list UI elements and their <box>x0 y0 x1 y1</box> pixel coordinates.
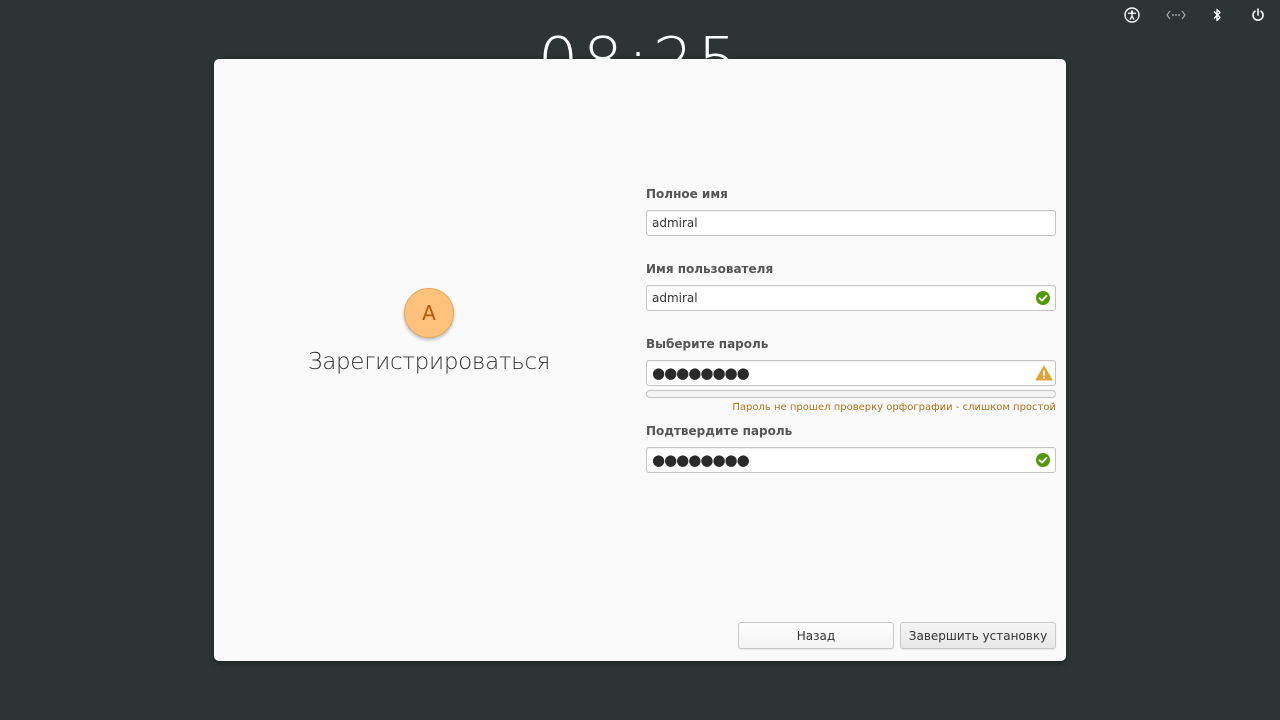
power-icon[interactable] <box>1250 7 1266 23</box>
confirm-password-label: Подтвердите пароль <box>646 424 793 438</box>
clock-time: 08:25 <box>538 30 742 59</box>
avatar-letter: A <box>422 301 436 325</box>
username-value: admiral <box>652 291 698 305</box>
back-button[interactable]: Назад <box>738 622 894 649</box>
password-strength-bar <box>646 390 1056 398</box>
confirm-password-field[interactable]: ●●●●●●●● <box>646 447 1056 473</box>
page-title: Зарегистрироваться <box>307 349 551 375</box>
warning-icon <box>1035 365 1053 381</box>
full-name-field[interactable]: admiral <box>646 210 1056 236</box>
password-hint: Пароль не прошел проверку орфографии - с… <box>732 402 1056 413</box>
finish-install-button[interactable]: Завершить установку <box>900 622 1056 649</box>
confirm-password-value: ●●●●●●●● <box>652 451 750 469</box>
clock: 08:25 <box>0 28 1280 59</box>
full-name-label: Полное имя <box>646 187 728 201</box>
password-value: ●●●●●●●● <box>652 364 750 382</box>
check-icon <box>1035 290 1051 306</box>
full-name-value: admiral <box>652 216 698 230</box>
accessibility-icon[interactable] <box>1124 7 1140 23</box>
password-label: Выберите пароль <box>646 337 769 351</box>
avatar[interactable]: A <box>404 288 454 338</box>
bluetooth-icon[interactable] <box>1209 7 1225 23</box>
network-icon[interactable] <box>1166 7 1186 23</box>
username-label: Имя пользователя <box>646 262 774 276</box>
username-field[interactable]: admiral <box>646 285 1056 311</box>
check-icon <box>1035 452 1051 468</box>
user-setup-dialog: A Зарегистрироваться Полное имя admiral … <box>214 59 1066 661</box>
password-field[interactable]: ●●●●●●●● <box>646 360 1056 386</box>
